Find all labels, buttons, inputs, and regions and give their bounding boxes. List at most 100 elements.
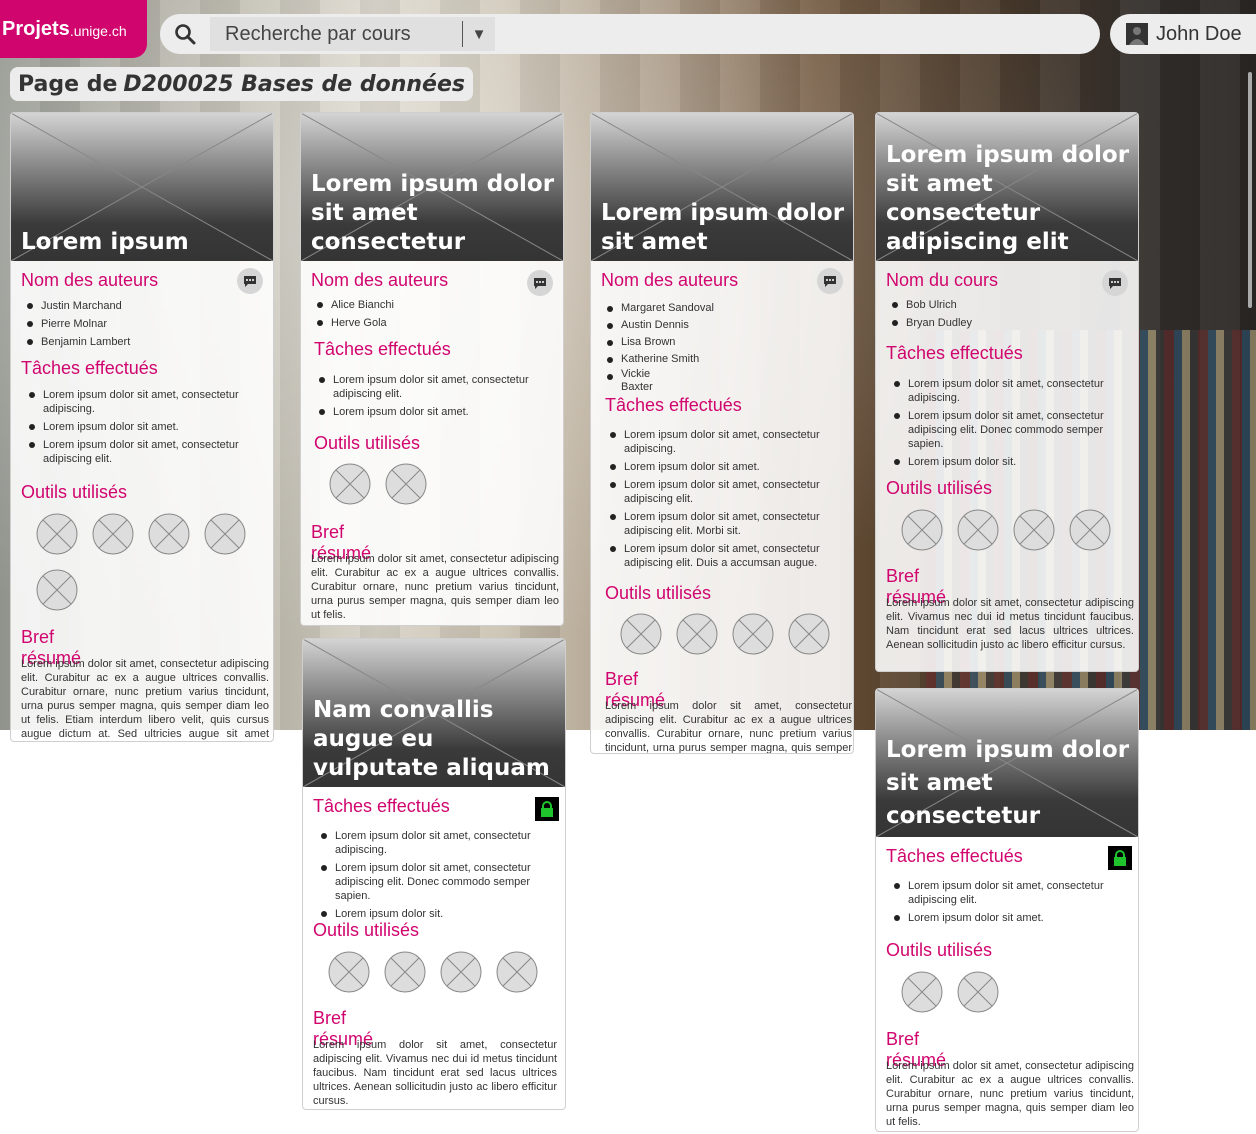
tasks-heading: Tâches effectués	[314, 339, 451, 359]
summary-text: Lorem ipsum dolor sit amet, consectetur …	[886, 1060, 1134, 1128]
tools-list	[901, 509, 1138, 551]
author-name: Bryan Dudley	[886, 314, 972, 332]
project-card[interactable]: Lorem ipsum dolor sit amet consectetur a…	[875, 112, 1139, 672]
tasks-heading: Tâches effectués	[21, 358, 158, 378]
task-item: Lorem ipsum dolor sit amet, consectetur …	[886, 879, 1126, 907]
course-search-placeholder: Recherche par cours	[225, 22, 411, 45]
author-name: Lisa Brown	[601, 334, 691, 351]
card-title: Lorem ipsum dolor sit amet consectetur	[311, 171, 555, 255]
tool-placeholder-icon[interactable]	[901, 971, 943, 1013]
course-search-select[interactable]: Recherche par cours ▼	[210, 17, 495, 51]
task-list: Lorem ipsum dolor sit amet, consectetur …	[313, 829, 553, 925]
task-list: Lorem ipsum dolor sit amet, consectetur …	[311, 373, 551, 423]
task-item: Lorem ipsum dolor sit amet, consectetur …	[602, 542, 841, 570]
task-item: Lorem ipsum dolor sit amet, consectetur …	[313, 829, 553, 857]
author-name: Justin Marchand	[21, 297, 130, 315]
task-item: Lorem ipsum dolor sit amet, consectetur …	[886, 377, 1126, 405]
task-item: Lorem ipsum dolor sit amet, consectetur …	[21, 438, 261, 466]
comment-icon[interactable]	[237, 268, 263, 294]
tasks-heading: Tâches effectués	[886, 343, 1023, 363]
task-item: Lorem ipsum dolor sit amet, consectetur …	[311, 373, 551, 401]
search-bar: Recherche par cours ▼	[160, 14, 1100, 54]
authors-heading: Nom des auteurs	[311, 270, 449, 290]
task-item: Lorem ipsum dolor sit amet.	[21, 420, 261, 434]
tool-placeholder-icon[interactable]	[732, 613, 774, 655]
author-name: Bob Ulrich	[886, 296, 972, 314]
task-item: Lorem ipsum dolor sit.	[886, 455, 1126, 469]
tool-placeholder-icon[interactable]	[1013, 509, 1055, 551]
tools-heading: Outils utilisés	[886, 478, 993, 498]
tool-placeholder-icon[interactable]	[620, 613, 662, 655]
user-menu[interactable]: John Doe	[1110, 14, 1256, 54]
card-title: Lorem ipsum dolor sit amet consectetur	[886, 737, 1130, 829]
task-list: Lorem ipsum dolor sit amet, consectetur …	[886, 377, 1126, 473]
dropdown-arrow-icon[interactable]: ▼	[462, 21, 495, 47]
author-list: Bob Ulrich Bryan Dudley	[886, 296, 972, 332]
tools-heading: Outils utilisés	[886, 940, 993, 960]
logo-name: Projets	[2, 17, 70, 40]
card-title: Lorem ipsum dolor sit amet consectetur a…	[886, 142, 1130, 255]
tool-placeholder-icon[interactable]	[36, 513, 78, 555]
tool-placeholder-icon[interactable]	[328, 951, 370, 993]
summary-text: Lorem ipsum dolor sit amet, consectetur …	[886, 597, 1134, 651]
tool-placeholder-icon[interactable]	[957, 971, 999, 1013]
tool-placeholder-icon[interactable]	[36, 569, 78, 611]
summary-text: Lorem ipsum dolor sit amet, consectetur …	[311, 553, 559, 621]
tool-placeholder-icon[interactable]	[496, 951, 538, 993]
author-list: Justin Marchand Pierre Molnar Benjamin L…	[21, 297, 130, 351]
tool-placeholder-icon[interactable]	[148, 513, 190, 555]
author-name: Herve Gola	[311, 314, 394, 332]
tool-placeholder-icon[interactable]	[92, 513, 134, 555]
task-item: Lorem ipsum dolor sit amet, consectetur …	[602, 510, 841, 538]
card-title: Nam convallis augue eu vulputate aliquam	[313, 697, 550, 781]
task-list: Lorem ipsum dolor sit amet, consectetur …	[602, 428, 841, 574]
tools-heading: Outils utilisés	[21, 482, 128, 502]
project-card[interactable]: Lorem ipsum dolor sit amet consectetur N…	[300, 112, 564, 626]
task-list: Lorem ipsum dolor sit amet, consectetur …	[21, 388, 261, 470]
card-title: Lorem ipsum	[21, 229, 189, 255]
summary-text: Lorem ipsum dolor sit amet, consectetur …	[605, 700, 852, 754]
tool-placeholder-icon[interactable]	[901, 509, 943, 551]
tool-placeholder-icon[interactable]	[384, 951, 426, 993]
project-card[interactable]: Lorem ipsum dolor sit amet consectetur T…	[875, 688, 1139, 1132]
tools-list	[620, 613, 853, 655]
card-image-placeholder: Lorem ipsum dolor sit amet consectetur	[301, 113, 563, 261]
task-item: Lorem ipsum dolor sit amet.	[602, 460, 841, 474]
authors-heading: Nom des auteurs	[601, 270, 739, 290]
comment-icon[interactable]	[817, 268, 843, 294]
tool-placeholder-icon[interactable]	[204, 513, 246, 555]
tools-list	[901, 971, 1138, 1013]
course-name-heading: Nom du cours	[886, 270, 999, 290]
page-title: Page de D200025 Bases de données	[10, 67, 473, 101]
site-logo[interactable]: Projets .unige.ch	[0, 0, 147, 58]
author-name: Katherine Smith	[601, 351, 699, 368]
task-item: Lorem ipsum dolor sit amet.	[311, 405, 551, 419]
tool-placeholder-icon[interactable]	[440, 951, 482, 993]
scrollbar[interactable]	[1248, 72, 1252, 308]
page-title-course: D200025 Bases de données	[123, 71, 465, 97]
tools-list	[329, 463, 563, 505]
task-item: Lorem ipsum dolor sit.	[313, 907, 553, 921]
author-name: Austin Dennis	[601, 317, 691, 334]
project-card[interactable]: Lorem ipsum Nom des auteurs Justin March…	[10, 112, 274, 742]
tool-placeholder-icon[interactable]	[957, 509, 999, 551]
tool-placeholder-icon[interactable]	[385, 463, 427, 505]
tool-placeholder-icon[interactable]	[1069, 509, 1111, 551]
tool-placeholder-icon[interactable]	[329, 463, 371, 505]
task-item: Lorem ipsum dolor sit amet, consectetur …	[21, 388, 261, 416]
project-card[interactable]: Nam convallis augue eu vulputate aliquam…	[302, 638, 566, 1110]
lock-icon[interactable]	[535, 797, 559, 821]
comment-icon[interactable]	[1102, 270, 1128, 296]
comment-icon[interactable]	[527, 270, 553, 296]
tool-placeholder-icon[interactable]	[676, 613, 718, 655]
task-item: Lorem ipsum dolor sit amet, consectetur …	[313, 861, 553, 903]
search-icon[interactable]	[160, 14, 210, 54]
summary-text: Lorem ipsum dolor sit amet, consectetur …	[21, 658, 269, 740]
author-name: Benjamin Lambert	[21, 333, 130, 351]
project-card[interactable]: Lorem ipsum dolor sit amet Nom des auteu…	[590, 112, 854, 754]
lock-icon[interactable]	[1108, 846, 1132, 870]
avatar-icon	[1126, 23, 1148, 45]
author-name: Vickie Baxter	[601, 368, 671, 394]
tool-placeholder-icon[interactable]	[788, 613, 830, 655]
card-image-placeholder: Lorem ipsum dolor sit amet consectetur	[876, 689, 1138, 837]
